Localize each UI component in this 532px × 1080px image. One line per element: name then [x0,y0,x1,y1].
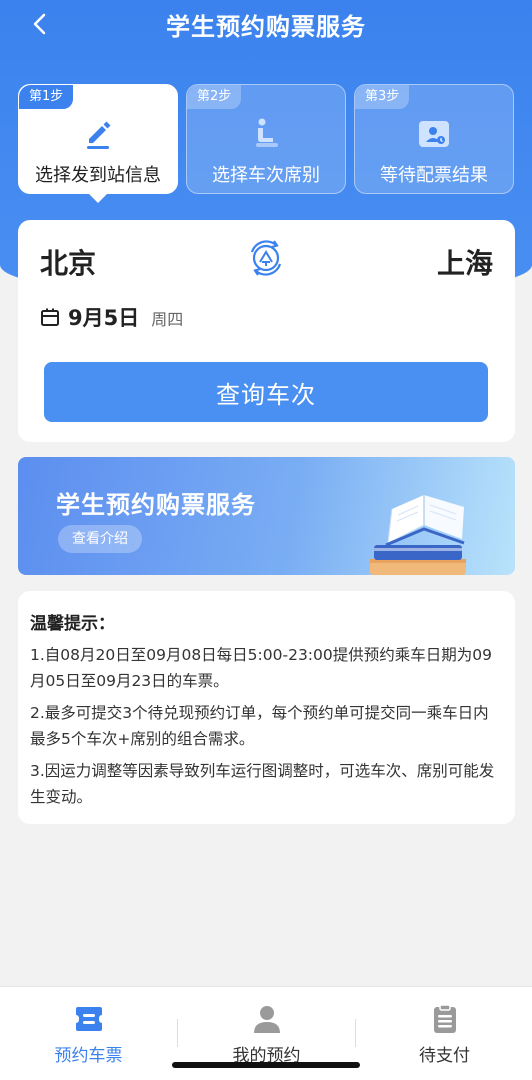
chevron-left-icon [33,13,46,35]
step-2[interactable]: 第2步 选择车次席别 [186,84,346,194]
arrival-station[interactable]: 上海 [437,242,493,282]
view-intro-button[interactable]: 查看介绍 [58,525,142,553]
ticket-icon [75,1007,102,1031]
step-3-tag: 第3步 [355,85,410,109]
query-trains-button[interactable]: 查询车次 [44,362,488,422]
step-progress: 第1步 选择发到站信息 第2步 选择车次席别 第3步 等待配票结果 [18,84,516,204]
banner-title: 学生预约购票服务 [56,491,256,519]
travel-date: 9月5日 [68,306,140,330]
tab-label: 预约车票 [54,1046,123,1066]
clipboard-icon [433,1004,456,1033]
departure-station[interactable]: 北京 [40,242,96,282]
tip-item: 3.因运力调整等因素导致列车运行图调整时，可选车次、席别可能发生变动。 [30,762,495,806]
tip-item: 1.自08月20日至09月08日每日5:00-23:00提供预约乘车日期为09月… [30,646,492,690]
step-2-label: 选择车次席别 [212,165,320,186]
service-banner[interactable]: 学生预约购票服务 查看介绍 [18,457,515,575]
books-illustration [370,495,466,575]
step-2-tag: 第2步 [187,85,242,109]
tips-title: 温馨提示： [30,614,115,634]
pencil-icon [87,121,111,149]
step-3-label: 等待配票结果 [380,165,488,186]
tab-label: 待支付 [419,1046,470,1066]
tip-item: 2.最多可提交3个待兑现预约订单，每个预约单可提交同一乘车日内最多5个车次+席别… [30,704,489,748]
seat-icon [256,118,278,147]
travel-weekday: 周四 [151,310,184,329]
date-selector[interactable]: 9月5日 周四 [40,302,183,332]
tab-pending-payment[interactable]: 待支付 [356,987,532,1080]
home-indicator[interactable] [172,1062,360,1068]
calendar-icon [41,308,59,326]
tab-book-ticket[interactable]: 预约车票 [0,987,177,1080]
step-1-label: 选择发到站信息 [35,165,161,186]
swap-stations-icon[interactable] [246,238,286,278]
step-1[interactable]: 第1步 选择发到站信息 [18,84,178,203]
back-button[interactable] [24,8,56,40]
step-1-tag: 第1步 [19,85,74,109]
page-title: 学生预约购票服务 [166,12,366,41]
route-card: 北京 上海 9月5日 周四 查询车次 [18,220,515,442]
step-3[interactable]: 第3步 等待配票结果 [354,84,514,194]
user-icon [253,1006,280,1033]
ticket-result-icon [419,121,449,147]
navbar: 学生预约购票服务 [0,0,532,48]
tips-card: 温馨提示： 1.自08月20日至09月08日每日5:00-23:00提供预约乘车… [18,591,515,824]
